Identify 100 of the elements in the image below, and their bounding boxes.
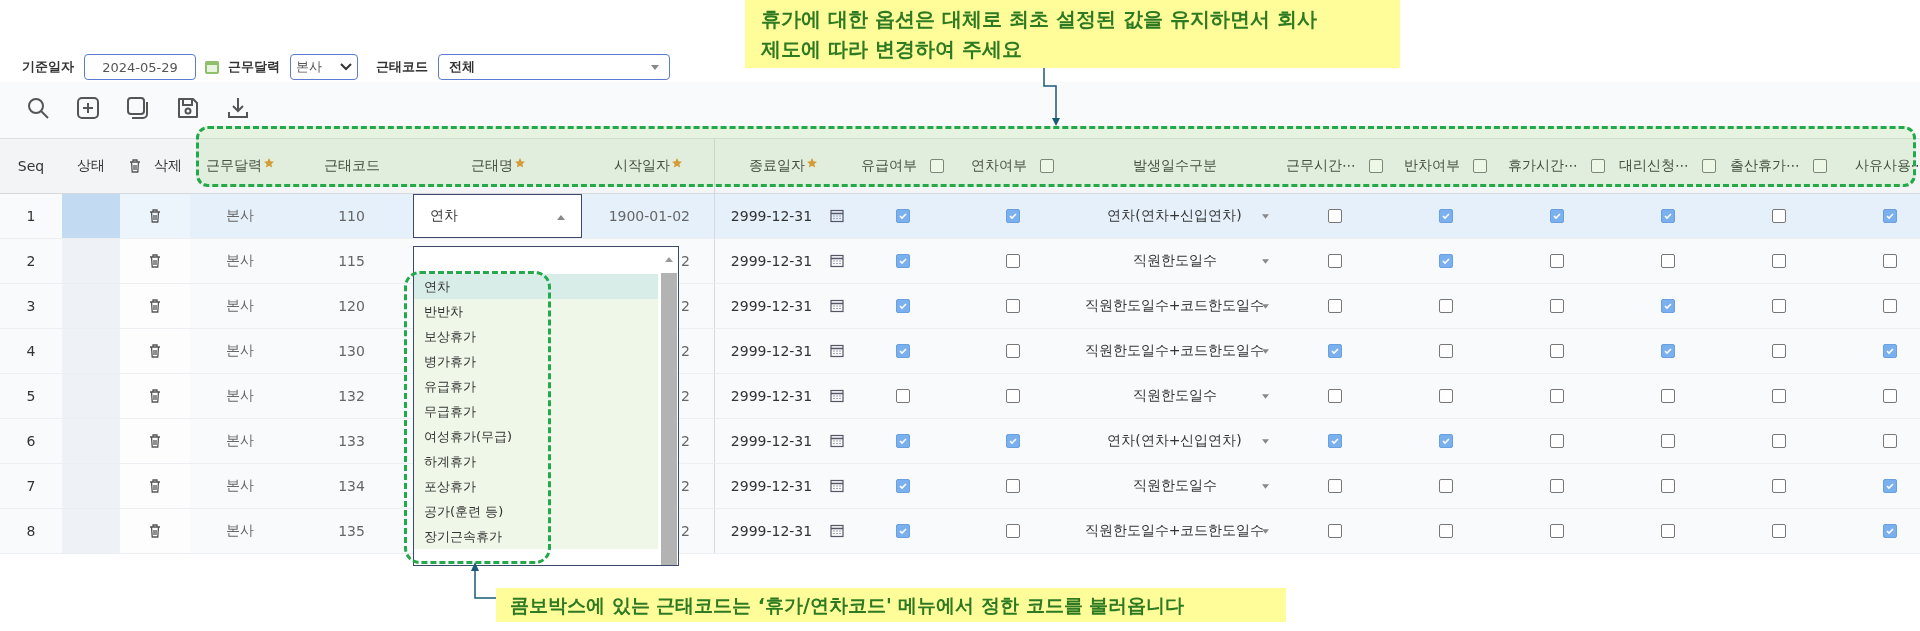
checkbox[interactable] <box>895 524 910 538</box>
calendar-icon[interactable] <box>830 479 845 493</box>
checkbox[interactable] <box>1771 434 1786 448</box>
trash-icon[interactable] <box>149 254 161 268</box>
status-cell[interactable] <box>62 194 120 238</box>
header-checkbox[interactable] <box>1591 159 1605 173</box>
checkbox[interactable] <box>1438 344 1453 358</box>
caret-icon[interactable] <box>1262 259 1269 264</box>
trash-icon[interactable] <box>149 299 161 313</box>
checkbox[interactable] <box>1438 479 1453 493</box>
copy-icon[interactable] <box>126 96 150 120</box>
checkbox[interactable] <box>1882 299 1897 313</box>
header-checkbox[interactable] <box>1813 159 1827 173</box>
checkbox[interactable] <box>1660 299 1675 313</box>
checkbox[interactable] <box>1005 344 1020 358</box>
checkbox[interactable] <box>1549 524 1564 538</box>
checkbox[interactable] <box>1438 254 1453 268</box>
checkbox[interactable] <box>1882 434 1897 448</box>
scroll-up-icon[interactable] <box>665 257 673 262</box>
checkbox[interactable] <box>1327 524 1342 538</box>
checkbox[interactable] <box>1549 389 1564 403</box>
dropdown-option[interactable]: 장기근속휴가 <box>414 524 658 549</box>
header-checkbox[interactable] <box>930 159 944 173</box>
add-icon[interactable] <box>76 96 100 120</box>
checkbox[interactable] <box>895 299 910 313</box>
checkbox[interactable] <box>1771 479 1786 493</box>
checkbox[interactable] <box>1660 479 1675 493</box>
header-checkbox[interactable] <box>1040 159 1054 173</box>
status-cell[interactable] <box>62 239 120 283</box>
checkbox[interactable] <box>1660 344 1675 358</box>
checkbox[interactable] <box>1005 389 1020 403</box>
checkbox[interactable] <box>1660 524 1675 538</box>
caret-icon[interactable] <box>1262 394 1269 399</box>
checkbox[interactable] <box>1549 479 1564 493</box>
checkbox[interactable] <box>1549 299 1564 313</box>
calendar-icon[interactable] <box>830 524 845 538</box>
trash-icon[interactable] <box>149 479 161 493</box>
caret-icon[interactable] <box>1262 484 1269 489</box>
checkbox[interactable] <box>895 209 910 223</box>
checkbox[interactable] <box>1327 389 1342 403</box>
trash-icon[interactable] <box>128 159 141 173</box>
dropdown-option[interactable]: 공가(훈련 등) <box>414 499 658 524</box>
checkbox[interactable] <box>1882 209 1897 223</box>
caret-icon[interactable] <box>1262 529 1269 534</box>
calendar-icon[interactable] <box>830 389 845 403</box>
header-checkbox[interactable] <box>1702 159 1716 173</box>
checkbox[interactable] <box>1005 434 1020 448</box>
caret-icon[interactable] <box>1262 349 1269 354</box>
checkbox[interactable] <box>1660 434 1675 448</box>
checkbox[interactable] <box>1438 524 1453 538</box>
code-select[interactable]: 전체 <box>438 54 670 80</box>
checkbox[interactable] <box>895 434 910 448</box>
checkbox[interactable] <box>1438 299 1453 313</box>
search-icon[interactable] <box>26 96 50 120</box>
checkbox[interactable] <box>1327 479 1342 493</box>
checkbox[interactable] <box>895 254 910 268</box>
checkbox[interactable] <box>1660 254 1675 268</box>
calendar-icon[interactable] <box>830 344 845 358</box>
checkbox[interactable] <box>1549 434 1564 448</box>
checkbox[interactable] <box>1660 209 1675 223</box>
dropdown-option[interactable]: 유급휴가 <box>414 374 658 399</box>
checkbox[interactable] <box>1438 209 1453 223</box>
checkbox[interactable] <box>1660 389 1675 403</box>
dropdown-option[interactable]: 무급휴가 <box>414 399 658 424</box>
checkbox[interactable] <box>1882 254 1897 268</box>
leave-name-combo[interactable]: 연차 <box>413 194 582 238</box>
checkbox[interactable] <box>1771 254 1786 268</box>
checkbox[interactable] <box>1771 209 1786 223</box>
checkbox[interactable] <box>1327 434 1342 448</box>
checkbox[interactable] <box>1327 209 1342 223</box>
dropdown-option[interactable]: 보상휴가 <box>414 324 658 349</box>
checkbox[interactable] <box>895 389 910 403</box>
checkbox[interactable] <box>1438 389 1453 403</box>
checkbox[interactable] <box>1882 344 1897 358</box>
dropdown-option[interactable]: 병가휴가 <box>414 349 658 374</box>
trash-icon[interactable] <box>149 524 161 538</box>
dropdown-option[interactable]: 포상휴가 <box>414 474 658 499</box>
checkbox[interactable] <box>1327 299 1342 313</box>
dropdown-option[interactable]: 하계휴가 <box>414 449 658 474</box>
checkbox[interactable] <box>1005 299 1020 313</box>
dropdown-option[interactable]: 여성휴가(무급) <box>414 424 658 449</box>
checkbox[interactable] <box>1549 209 1564 223</box>
checkbox[interactable] <box>1005 524 1020 538</box>
checkbox[interactable] <box>1882 389 1897 403</box>
dropdown-option[interactable]: 연차 <box>414 274 658 299</box>
header-checkbox[interactable] <box>1369 159 1383 173</box>
checkbox[interactable] <box>895 479 910 493</box>
checkbox[interactable] <box>1327 254 1342 268</box>
dropdown-option[interactable]: 반반차 <box>414 299 658 324</box>
checkbox[interactable] <box>1882 524 1897 538</box>
caret-icon[interactable] <box>1262 304 1269 309</box>
checkbox[interactable] <box>1438 434 1453 448</box>
download-icon[interactable] <box>226 96 250 120</box>
checkbox[interactable] <box>1771 344 1786 358</box>
checkbox[interactable] <box>1771 389 1786 403</box>
office-select[interactable]: 본사 <box>290 54 358 80</box>
checkbox[interactable] <box>1549 344 1564 358</box>
trash-icon[interactable] <box>149 344 161 358</box>
caret-icon[interactable] <box>1262 439 1269 444</box>
calendar-icon[interactable] <box>830 209 845 223</box>
